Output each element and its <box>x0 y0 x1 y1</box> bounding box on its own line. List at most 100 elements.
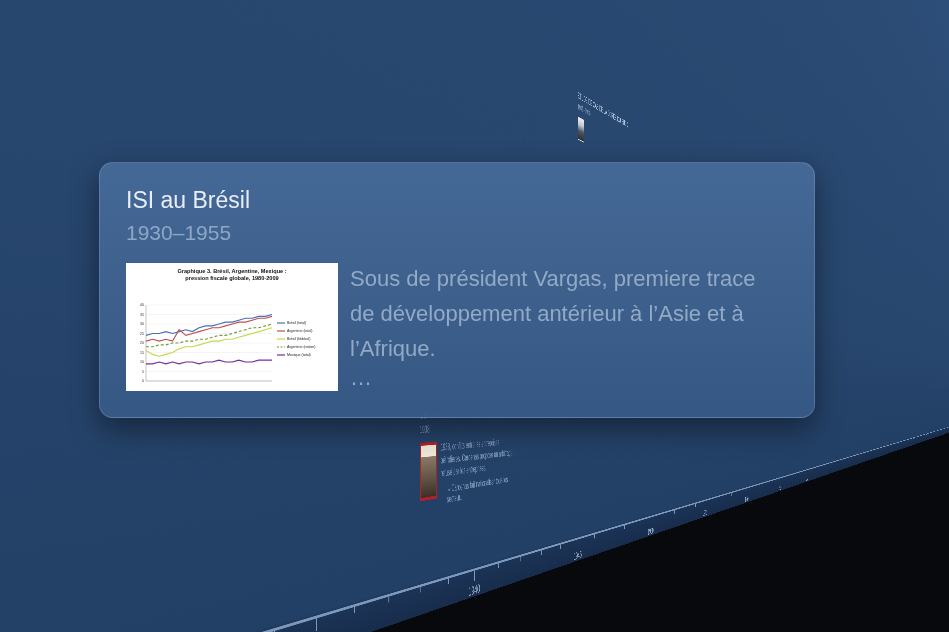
axis-tick <box>942 429 943 430</box>
axis-tick <box>941 430 942 432</box>
chart-y-tick: 25 <box>140 331 144 335</box>
axis-tick <box>651 517 652 524</box>
axis-tick <box>849 458 850 462</box>
tooltip-description: Sous de président Vargas, premiere trace… <box>350 261 760 366</box>
axis-tick <box>882 448 883 450</box>
event-thumbnail[interactable] <box>578 116 584 142</box>
axis-tick <box>938 431 939 432</box>
tooltip-text-column: Sous de président Vargas, premiere trace… <box>350 261 760 390</box>
axis-tick <box>879 448 880 451</box>
axis-tick <box>541 550 542 555</box>
chart-y-tick: 30 <box>140 322 144 326</box>
axis-year-label: 1940 <box>465 580 484 601</box>
axis-tick <box>663 514 664 518</box>
axis-tick <box>945 429 946 430</box>
axis-tick <box>685 507 686 510</box>
axis-tick <box>908 440 909 441</box>
axis-tick <box>821 466 822 468</box>
axis-year-label: 1950 <box>646 525 655 538</box>
chart-title: pression fiscale globale, 1980-2009 <box>185 275 278 281</box>
axis-tick <box>912 439 913 442</box>
axis-tick <box>906 440 907 441</box>
axis-tick <box>884 447 885 449</box>
chart-y-tick: 20 <box>140 341 144 345</box>
axis-tick <box>594 534 595 538</box>
chart-series-line <box>146 314 272 335</box>
axis-tick <box>934 432 935 433</box>
axis-tick <box>731 493 732 496</box>
chart-y-tick: 10 <box>140 360 144 364</box>
axis-tick <box>859 455 860 457</box>
chart-y-tick: 40 <box>140 303 144 307</box>
tooltip-content: Graphique 3. Brésil, Argentine, Mexique … <box>126 261 788 391</box>
axis-tick <box>448 578 449 583</box>
event-body: 1938, conflits entre les entreprises pét… <box>420 434 525 510</box>
axis-tick <box>940 430 941 431</box>
axis-tick <box>936 431 937 432</box>
axis-tick <box>754 486 755 489</box>
axis-tick <box>923 435 924 436</box>
axis-tick <box>274 631 275 632</box>
axis-tick <box>714 498 715 501</box>
axis-tick <box>900 442 901 443</box>
axis-tick <box>354 607 355 613</box>
axis-tick <box>802 472 803 474</box>
axis-tick <box>894 444 895 446</box>
axis-tick <box>834 462 835 464</box>
axis-tick <box>944 429 945 430</box>
axis-tick <box>420 587 421 593</box>
axis-tick <box>817 467 818 469</box>
axis-tick <box>316 618 317 631</box>
svg-text:Argentine (nation): Argentine (nation) <box>287 345 316 349</box>
axis-tick <box>865 453 866 457</box>
axis-tick <box>887 446 888 448</box>
axis-year-label: 1965 <box>778 484 783 493</box>
axis-tick <box>946 428 947 429</box>
axis-tick <box>842 460 843 462</box>
axis-tick <box>898 443 899 444</box>
chart-title: Graphique 3. Brésil, Argentine, Mexique … <box>177 268 286 274</box>
chart-series-line <box>146 324 272 347</box>
axis-tick <box>498 563 499 568</box>
timeline-event[interactable]: ÉTUDE DE CAS DE LA CORÉE DU SUD 21945–19… <box>578 90 641 171</box>
chart-legend-item: Mexique (total) <box>277 353 311 357</box>
axis-tick <box>695 504 696 507</box>
axis-tick <box>868 452 869 454</box>
event-thumbnail[interactable] <box>420 441 438 501</box>
chart-legend-item: Argentine (total) <box>277 329 313 333</box>
axis-tick <box>871 451 872 453</box>
chart-series-line <box>146 327 272 356</box>
svg-text:Brésil (total): Brésil (total) <box>287 321 306 325</box>
tooltip-chart-thumbnail[interactable]: Graphique 3. Brésil, Argentine, Mexique … <box>126 263 338 391</box>
axis-tick <box>917 437 918 438</box>
axis-tick <box>786 477 787 479</box>
event-date: 1938 <box>420 419 525 435</box>
axis-tick <box>929 433 930 434</box>
axis-tick <box>891 445 892 448</box>
axis-tick <box>874 450 875 452</box>
axis-tick <box>876 449 877 451</box>
axis-tick <box>826 465 827 467</box>
event-text: 1938, conflits entre les entreprises pét… <box>441 435 516 481</box>
chart-series-line <box>146 316 272 341</box>
axis-tick <box>904 441 905 442</box>
axis-tick <box>932 432 933 433</box>
axis-tick <box>931 433 932 434</box>
axis-tick <box>807 470 808 474</box>
svg-text:Brésil (fédéral): Brésil (fédéral) <box>287 337 310 341</box>
event-tooltip[interactable]: ISI au Brésil1930–1955Graphique 3. Brési… <box>99 162 815 418</box>
tooltip-more[interactable]: … <box>350 366 760 390</box>
axis-tick <box>638 521 639 525</box>
axis-tick <box>896 443 897 445</box>
event-text-column: 1938, conflits entre les entreprises pét… <box>441 435 516 506</box>
axis-tick <box>520 557 521 562</box>
axis-tick <box>797 473 798 475</box>
svg-text:Mexique (total): Mexique (total) <box>287 353 311 357</box>
chart-series-line <box>146 360 272 364</box>
chart-legend-item: Argentine (nation) <box>277 345 316 349</box>
tooltip-title: ISI au Brésil <box>126 187 788 215</box>
axis-tick <box>856 456 857 458</box>
timeline-event[interactable]: Cardenas19381938, conflits entre les ent… <box>420 405 525 509</box>
axis-tick <box>761 484 762 487</box>
axis-tick <box>925 435 926 436</box>
